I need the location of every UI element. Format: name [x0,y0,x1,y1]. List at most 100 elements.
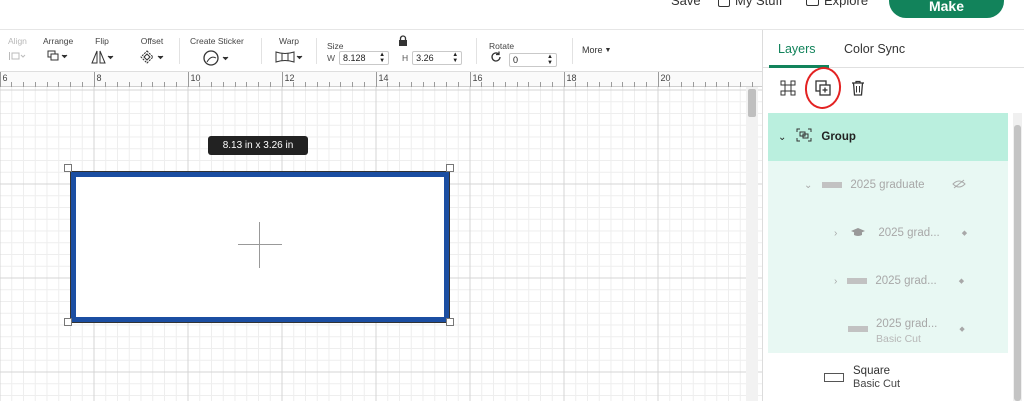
ruler-label: 8 [96,73,102,83]
scrollbar-thumb[interactable] [748,89,756,117]
ruler-minor-tick [363,82,365,87]
height-input[interactable]: 3.26 ▲ ▼ [412,51,463,65]
offset-label: Offset [140,36,164,46]
ruler-minor-tick [434,82,436,87]
horizontal-ruler: 6 8 10 12 14 16 18 20 [0,72,762,87]
ruler-minor-tick [316,82,318,87]
width-input[interactable]: 8.128 ▲ ▼ [339,51,390,65]
toolbar-divider [179,38,180,64]
panel-scrollbar[interactable] [1013,113,1022,401]
layer-name: 2025 grad... [878,227,940,239]
ruler-minor-tick [352,82,353,87]
more-label: More [582,45,603,55]
text-thumb-icon [847,278,868,284]
rotate-value: 0 [513,54,519,65]
ruler-minor-tick [187,82,189,87]
size-tooltip: 8.13 in x 3.26 in [208,136,308,155]
design-canvas[interactable]: 6 8 10 12 14 16 18 20 8.13 in x 3.26 in [0,72,762,401]
canvas-scrollbar[interactable] [746,87,758,401]
height-control: H 3.26 ▲ ▼ [402,51,463,65]
ruler-minor-tick [340,82,342,87]
make-button[interactable]: Make [889,0,1004,18]
align-tool[interactable]: Align [8,36,27,62]
sticker-icon [202,50,232,66]
ruler-minor-tick [328,82,330,87]
flip-tool[interactable]: Flip [90,36,114,64]
create-sticker-tool[interactable]: Create Sticker [190,36,244,66]
diamond-icon: ◆ [959,326,965,333]
ruler-minor-tick [81,82,83,87]
layer-row-square[interactable]: Square Basic Cut [768,353,1008,401]
ruler-minor-tick [152,82,154,87]
ruler-minor-tick [598,82,600,87]
ruler-minor-tick [105,82,107,87]
lock-icon[interactable] [397,34,409,52]
bookmark-icon [718,0,730,7]
stepper-icon[interactable]: ▲ ▼ [547,54,553,66]
toolbar-divider [476,38,477,64]
ruler-minor-tick [117,82,118,87]
ruler-minor-tick [739,82,741,87]
layer-operation: Basic Cut [876,332,921,345]
explore-link[interactable]: Explore [806,0,868,8]
resize-handle[interactable] [64,164,72,172]
layer-row-group[interactable]: ⌄ Group [768,113,1008,161]
square-shape[interactable] [71,172,449,322]
tab-layers[interactable]: Layers [778,42,816,56]
text-thumb-icon [848,326,868,332]
stepper-icon[interactable]: ▲ ▼ [379,52,385,64]
ruler-minor-tick [457,82,459,87]
rotate-input[interactable]: 0 ▲ ▼ [509,52,557,67]
flip-icon [90,50,114,64]
tab-color-sync[interactable]: Color Sync [844,42,905,56]
ruler-minor-tick [70,82,71,87]
chevron-right-icon[interactable]: › [834,276,837,287]
layer-name: 2025 grad... [876,317,938,330]
ruler-minor-tick [199,82,201,87]
flip-label: Flip [95,36,109,46]
layer-name: 2025 grad... [875,275,937,287]
ruler-minor-tick [634,82,635,87]
size-label: Size [327,41,344,51]
layer-row[interactable]: › 2025 grad... ◆ [768,209,1008,257]
chevron-down-icon[interactable]: ⌄ [804,180,812,191]
top-nav: Save My Stuff Explore Make [0,0,1024,30]
trash-icon[interactable] [848,78,868,98]
save-link[interactable]: Save [671,0,701,8]
center-crosshair [238,244,282,245]
rectangle-icon [824,372,844,382]
layer-row[interactable]: 2025 grad... Basic Cut ◆ [768,305,1008,353]
chevron-down-icon[interactable]: ⌄ [778,132,786,143]
ruler-minor-tick [610,82,612,87]
chevron-right-icon[interactable]: › [834,228,837,239]
warp-tool[interactable]: Warp [275,36,303,64]
layer-row-subgroup[interactable]: ⌄ 2025 graduate [768,161,1008,209]
ruler-minor-tick [46,82,48,87]
layer-text: 2025 grad... Basic Cut [876,314,937,345]
ruler-minor-tick [716,82,718,87]
scrollbar-thumb[interactable] [1014,125,1021,401]
rotate-icon[interactable] [489,50,503,69]
align-icon [8,50,26,62]
hidden-eye-icon[interactable] [951,176,966,194]
layer-name: Square [853,364,891,377]
offset-tool[interactable]: Offset [139,36,165,64]
resize-handle[interactable] [446,318,454,326]
arrange-tool[interactable]: Arrange [43,36,73,62]
cap-icon [850,224,866,242]
ruler-minor-tick [246,82,248,87]
ruler-minor-tick [681,82,682,87]
resize-handle[interactable] [64,318,72,326]
arrange-icon [47,50,69,62]
diamond-icon: ◆ [961,230,968,237]
ruler-minor-tick [23,82,24,87]
my-stuff-link[interactable]: My Stuff [718,0,782,8]
size-tooltip-text: 8.13 in x 3.26 in [222,140,294,151]
ruler-minor-tick [128,82,130,87]
group-icon[interactable] [778,78,798,98]
more-button[interactable]: More ▼ [582,45,611,55]
resize-handle[interactable] [446,164,454,172]
ruler-minor-tick [234,82,236,87]
stepper-icon[interactable]: ▲ ▼ [452,52,458,64]
layer-row[interactable]: › 2025 grad... ◆ [768,257,1008,305]
